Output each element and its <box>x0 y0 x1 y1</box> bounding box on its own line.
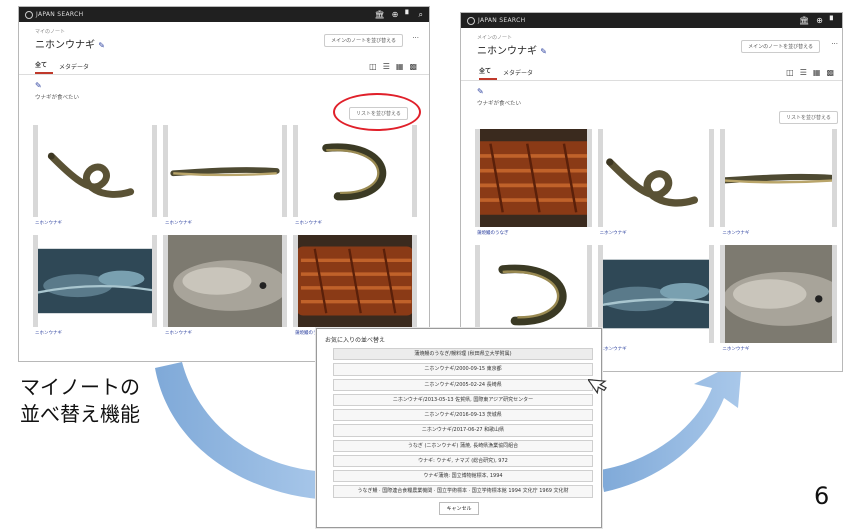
thumbnail-image[interactable] <box>163 125 287 217</box>
item-caption[interactable]: ニホンウナギ <box>33 217 157 229</box>
edit-pencil-icon[interactable]: ✎ <box>540 47 547 56</box>
thumbnail-image[interactable] <box>293 235 417 327</box>
tab-metadata[interactable]: メタデータ <box>59 62 95 74</box>
view-single-icon[interactable]: ◫ <box>786 68 794 77</box>
list-sort-button[interactable]: リストを並び替える <box>779 111 838 124</box>
more-menu-button[interactable]: ··· <box>412 34 419 42</box>
tab-all[interactable]: 全て <box>35 60 54 74</box>
note-edit-icon[interactable]: ✎ <box>477 87 842 96</box>
thumbnail-image[interactable] <box>720 129 837 227</box>
view-grid-icon[interactable]: ▦ <box>396 62 404 71</box>
edit-pencil-icon[interactable]: ✎ <box>98 41 105 50</box>
note-text: ウナギが食べたい <box>477 101 522 107</box>
left-curve-arrow <box>155 362 330 500</box>
thumbnail-image[interactable] <box>33 235 157 327</box>
view-grid-icon[interactable]: ▦ <box>813 68 821 77</box>
document-icon[interactable]: ▘ <box>830 16 836 25</box>
thumbnail-image[interactable] <box>163 235 287 327</box>
sortable-list: 蒲焼鰻のうなぎ/鰻料理 (秋田県立大学附属) ニホンウナギ/2000-09-15 … <box>325 348 593 498</box>
grid-item[interactable]: ニホンウナギ <box>33 235 157 339</box>
view-single-icon[interactable]: ◫ <box>369 62 377 71</box>
grid-item[interactable]: ニホンウナギ <box>720 129 837 239</box>
grid-item[interactable]: ニホンウナギ <box>597 245 715 355</box>
view-list-icon[interactable]: ☰ <box>383 62 390 71</box>
sort-list-item[interactable]: ニホンウナギ/2016-09-13 茨城県 <box>333 409 593 422</box>
item-grid: 蒲焼鰻のうなぎ ニホンウナギ ニホンウナギ ニホンウナギ ニホンウナギ <box>475 129 837 355</box>
museum-icon[interactable]: 🏛 <box>375 10 385 20</box>
sort-note-button[interactable]: メインのノートを並び替える <box>324 34 403 47</box>
cancel-button[interactable]: キャンセル <box>439 501 479 515</box>
caption-line-1: マイノートの <box>20 375 140 399</box>
sort-list-item[interactable]: ニホンウナギ/2013-05-13 佐賀県, 国際東アジア研究センター <box>333 393 593 406</box>
item-caption[interactable]: ニホンウナギ <box>720 227 837 239</box>
globe-icon[interactable]: ⊕ <box>392 10 399 20</box>
site-logo[interactable]: JAPAN SEARCH <box>25 10 83 19</box>
sort-note-button[interactable]: メインのノートを並び替える <box>741 40 820 53</box>
grid-item[interactable]: ニホンウナギ <box>293 125 417 229</box>
mouse-cursor-icon <box>588 378 607 394</box>
thumbnail-image[interactable] <box>597 245 715 343</box>
item-grid: ニホンウナギ ニホンウナギ ニホンウナギ ニホンウナギ ニホンウナギ 蒲焼鰻のうなぎ <box>33 125 417 339</box>
after-screenshot: JAPAN SEARCH 🏛 ⊕ ▘ メインのノート ニホンウナギ ✎ メインの… <box>460 12 843 372</box>
top-nav-bar: JAPAN SEARCH 🏛 ⊕ ▘ ⌕ <box>19 7 429 22</box>
slide-caption: マイノートの 並べ替え機能 <box>20 374 140 428</box>
sort-list-item[interactable]: ウナギ蒲焼: 国立博物館標本, 1994 <box>333 470 593 483</box>
before-screenshot: JAPAN SEARCH 🏛 ⊕ ▘ ⌕ マイのノート ニホンウナギ ✎ メイン… <box>18 6 430 362</box>
thumbnail-image[interactable] <box>597 129 715 227</box>
museum-icon[interactable]: 🏛 <box>799 16 809 25</box>
tab-bar: 全て メタデータ ◫ ☰ ▦ ▩ <box>461 65 842 81</box>
item-caption[interactable]: 蒲焼鰻のうなぎ <box>475 227 592 239</box>
highlight-circle <box>333 93 421 131</box>
grid-item[interactable]: 蒲焼鰻のうなぎ <box>293 235 417 339</box>
document-icon[interactable]: ▘ <box>405 10 411 20</box>
grid-item[interactable]: ニホンウナギ <box>163 125 287 229</box>
globe-icon[interactable]: ⊕ <box>816 16 823 25</box>
sort-list-item[interactable]: ニホンウナギ/2000-09-15 東京都 <box>333 363 593 376</box>
thumbnail-image[interactable] <box>33 125 157 217</box>
grid-item[interactable]: ニホンウナギ <box>720 245 837 355</box>
note-edit-icon[interactable]: ✎ <box>35 81 429 90</box>
page-number: 6 <box>814 482 830 510</box>
sort-list-item[interactable]: 蒲焼鰻のうなぎ/鰻料理 (秋田県立大学附属) <box>333 348 593 361</box>
thumbnail-image[interactable] <box>475 129 592 227</box>
grid-item[interactable]: ニホンウナギ <box>33 125 157 229</box>
site-logo[interactable]: JAPAN SEARCH <box>467 16 525 25</box>
view-tile-icon[interactable]: ▩ <box>826 68 834 77</box>
grid-item[interactable]: ニホンウナギ <box>163 235 287 339</box>
dialog-title: お気に入りの並べ替え <box>325 337 386 344</box>
tab-bar: 全て メタデータ ◫ ☰ ▦ ▩ <box>19 59 429 75</box>
top-nav-bar: JAPAN SEARCH 🏛 ⊕ ▘ <box>461 13 842 28</box>
sort-list-item[interactable]: ニホンウナギ/2005-02-24 長崎県 <box>333 378 593 391</box>
more-menu-button[interactable]: ··· <box>831 40 838 48</box>
item-caption[interactable]: ニホンウナギ <box>293 217 417 229</box>
item-caption[interactable]: ニホンウナギ <box>163 217 287 229</box>
tab-all[interactable]: 全て <box>479 66 498 80</box>
item-caption[interactable]: ニホンウナギ <box>33 327 157 339</box>
item-caption[interactable]: ニホンウナギ <box>597 227 715 239</box>
view-tile-icon[interactable]: ▩ <box>409 62 417 71</box>
item-caption[interactable]: ニホンウナギ <box>597 343 715 355</box>
item-caption[interactable]: ニホンウナギ <box>720 343 837 355</box>
grid-item[interactable]: ニホンウナギ <box>597 129 715 239</box>
sort-favorites-dialog: お気に入りの並べ替え 蒲焼鰻のうなぎ/鰻料理 (秋田県立大学附属) ニホンウナギ/… <box>316 328 602 528</box>
sort-list-item[interactable]: うなぎ鰻 · 国際連合食糧農業機関 · 国立学術標本 · 国立学術標本館 199… <box>333 485 593 498</box>
thumbnail-image[interactable] <box>720 245 837 343</box>
tab-metadata[interactable]: メタデータ <box>503 68 539 80</box>
grid-item[interactable]: 蒲焼鰻のうなぎ <box>475 129 592 239</box>
sort-list-item[interactable]: うなぎ (ニホンウナギ) 蒲焼, 長崎県漁業協同組合 <box>333 439 593 452</box>
search-icon[interactable]: ⌕ <box>419 10 423 20</box>
sort-list-item[interactable]: ニホンウナギ/2017-06-27 和歌山県 <box>333 424 593 437</box>
view-list-icon[interactable]: ☰ <box>800 68 807 77</box>
thumbnail-image[interactable] <box>293 125 417 217</box>
right-curve-arrow <box>600 360 742 492</box>
sort-list-item[interactable]: ウナギ: ウナギ, ナマズ (総合研究), 972 <box>333 454 593 467</box>
item-caption[interactable]: ニホンウナギ <box>163 327 287 339</box>
caption-line-2: 並べ替え機能 <box>20 402 140 426</box>
